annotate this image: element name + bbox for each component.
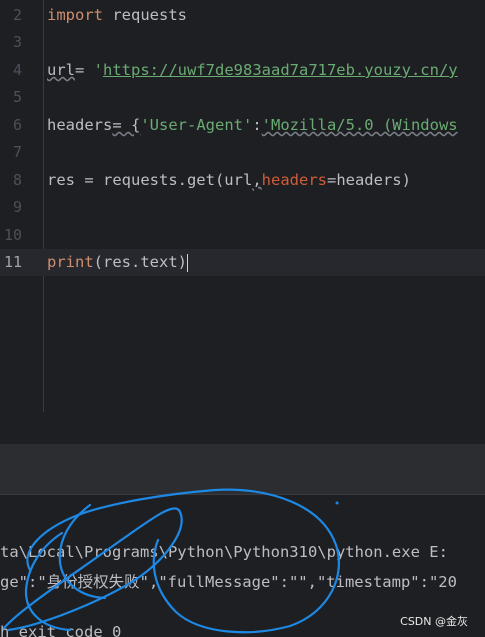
line-number: 3 (12, 33, 22, 51)
keyword-import: import (47, 6, 103, 24)
console-command-line: ta\Local\Programs\Python\Python310\pytho… (0, 543, 448, 561)
text-caret (187, 253, 188, 272)
console-response-line: ge":"身份授权失败","fullMessage":"","timestamp… (0, 573, 457, 591)
quote: ' (93, 61, 104, 79)
code-line-11[interactable]: 11 print(res.text) (0, 249, 485, 276)
call-suffix: =headers) (326, 171, 411, 189)
code-line-6[interactable]: 6 headers= {'User-Agent':'Mozilla/5.0 (W… (0, 112, 485, 139)
csdn-watermark: CSDN @金灰 (400, 615, 468, 628)
print-args: (res.text) (93, 253, 187, 271)
line-number: 10 (3, 226, 22, 244)
code-line-10[interactable]: 10 (0, 222, 485, 249)
line-number: 6 (12, 116, 22, 134)
comma: , (252, 171, 262, 189)
line-number: 4 (12, 61, 22, 79)
console-exit-line: h exit code 0 (0, 623, 122, 637)
line-number: 11 (3, 253, 22, 271)
line-number: 2 (12, 6, 22, 24)
line-number: 7 (12, 143, 22, 161)
colon: : (252, 116, 262, 134)
code-editor[interactable]: 2 import requests 3 4 url= 'https://uwf7… (0, 0, 485, 412)
var-headers: headers (47, 116, 113, 134)
code-line-8[interactable]: 8 res = requests.get(url,headers=headers… (0, 167, 485, 194)
dict-key: 'User-Agent' (140, 116, 253, 134)
dict-value: 'Mozilla/5.0 (Windows (261, 116, 458, 134)
code-line-4[interactable]: 4 url= 'https://uwf7de983aad7a717eb.youz… (0, 57, 485, 84)
run-panel-toolbar[interactable] (0, 444, 485, 495)
panel-separator (0, 412, 485, 444)
line-number: 9 (12, 198, 22, 216)
code-line-2[interactable]: 2 import requests (0, 2, 485, 29)
line-number: 5 (12, 88, 22, 106)
url-string[interactable]: https://uwf7de983aad7a717eb.youzy.cn/y (103, 61, 458, 79)
code-line-9[interactable]: 9 (0, 194, 485, 221)
var-url: url (47, 61, 75, 79)
call-prefix: res = requests.get(url (47, 171, 253, 189)
code-line-5[interactable]: 5 (0, 84, 485, 111)
module-name: requests (103, 6, 187, 24)
code-line-3[interactable]: 3 (0, 29, 485, 56)
line-number: 8 (12, 171, 22, 189)
assign-op: = (75, 61, 94, 79)
code-line-7[interactable]: 7 (0, 139, 485, 166)
print-function: print (47, 253, 94, 271)
assign-op: = { (112, 116, 141, 134)
param-headers: headers (261, 171, 327, 189)
